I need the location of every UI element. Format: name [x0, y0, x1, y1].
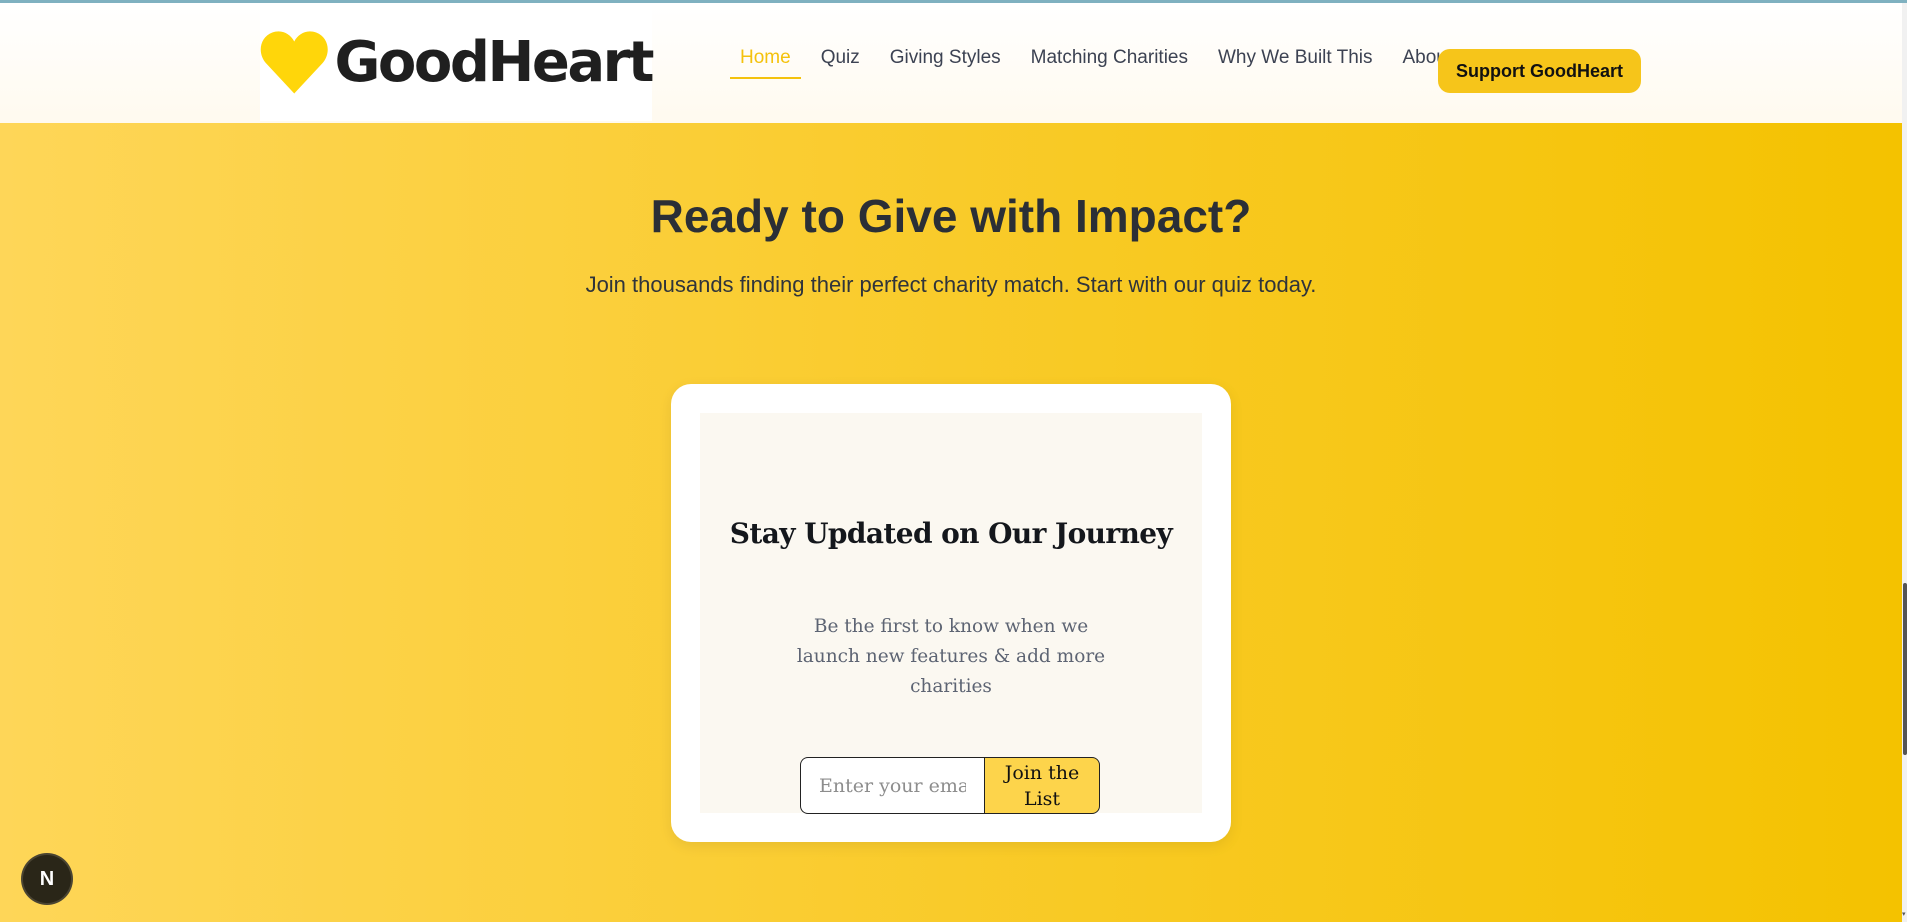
nav-quiz[interactable]: Quiz: [821, 47, 860, 77]
nav-home[interactable]: Home: [730, 47, 801, 79]
nav-why-we-built-this[interactable]: Why We Built This: [1218, 47, 1373, 77]
newsletter-description: Be the first to know when we launch new …: [796, 616, 1106, 697]
logo[interactable]: GoodHeart: [260, 3, 654, 121]
main-nav: Home Quiz Giving Styles Matching Chariti…: [730, 47, 1482, 79]
email-input[interactable]: [800, 757, 984, 814]
scroll-down-arrow-icon[interactable]: ▾: [1902, 911, 1907, 918]
hero-section: Ready to Give with Impact? Join thousand…: [0, 123, 1902, 922]
nav-matching-charities[interactable]: Matching Charities: [1031, 47, 1188, 77]
newsletter-panel: Stay Updated on Our Journey Be the first…: [700, 413, 1202, 814]
newsletter-card: Stay Updated on Our Journey Be the first…: [671, 384, 1231, 842]
join-list-button[interactable]: Join the List: [984, 757, 1100, 814]
heart-icon: [260, 31, 328, 94]
n-logo-icon[interactable]: N: [23, 855, 71, 903]
newsletter-title: Stay Updated on Our Journey: [729, 517, 1173, 550]
page-scrollbar[interactable]: ▾: [1902, 3, 1907, 922]
hero-subtitle: Join thousands finding their perfect cha…: [585, 272, 1317, 297]
hero-title: Ready to Give with Impact?: [650, 190, 1252, 242]
nav-giving-styles[interactable]: Giving Styles: [890, 47, 1001, 77]
support-button[interactable]: Support GoodHeart: [1438, 49, 1641, 93]
newsletter-form: Join the List: [800, 757, 1100, 814]
scrollbar-thumb[interactable]: [1903, 583, 1907, 755]
site-header: GoodHeart Home Quiz Giving Styles Matchi…: [0, 3, 1902, 123]
logo-text: GoodHeart: [334, 29, 654, 95]
